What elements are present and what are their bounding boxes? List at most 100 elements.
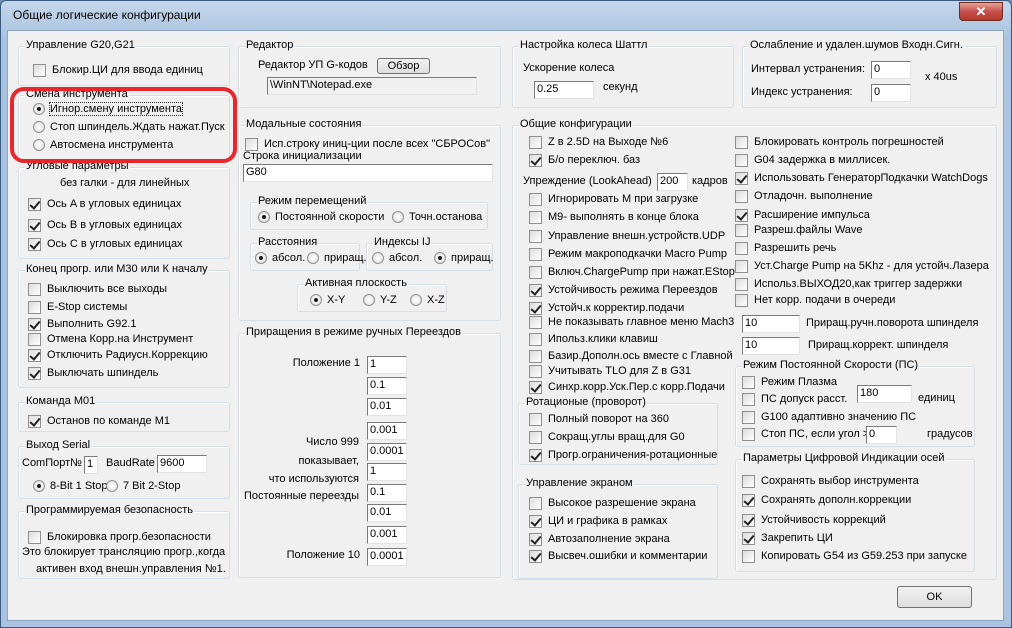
radio-dot[interactable] — [434, 252, 446, 264]
init-string-input[interactable]: G80 — [243, 164, 493, 182]
checkbox-box[interactable] — [742, 474, 755, 488]
program-end-checkbox[interactable]: E-Stop системы — [28, 300, 127, 314]
css-tolerance-input[interactable]: 180 — [857, 385, 912, 403]
dro-checkbox[interactable]: Сохранять дополн.коррекции — [742, 493, 911, 507]
checkbox-box[interactable] — [529, 496, 542, 510]
checkbox-box[interactable] — [735, 171, 748, 185]
checkbox-box[interactable] — [529, 448, 542, 462]
checkbox-box[interactable] — [529, 315, 542, 329]
general-checkbox[interactable]: Включ.ChargePump при нажат.EStop — [529, 265, 735, 279]
jog-increment-input[interactable]: 1 — [367, 356, 407, 374]
radio-dot[interactable] — [372, 252, 384, 264]
radio-dot[interactable] — [258, 211, 270, 223]
debounce-index-input[interactable]: 0 — [871, 84, 911, 102]
checkbox-box[interactable] — [735, 241, 748, 255]
checkbox-box[interactable] — [529, 549, 542, 563]
general-checkbox[interactable]: Устойч.к корректир.подачи — [529, 301, 684, 315]
checkbox-box[interactable] — [529, 332, 542, 346]
general-checkbox[interactable]: M9- выполнять в конце блока — [529, 210, 699, 224]
checkbox-box[interactable] — [529, 210, 542, 224]
angular-axis-checkbox[interactable]: Ось A в угловых единицах — [28, 197, 181, 211]
program-end-checkbox[interactable]: Отключить Радиусн.Коррекцию — [28, 348, 208, 362]
dro-checkbox[interactable]: Закрепить ЦИ — [742, 531, 833, 545]
editor-path-input[interactable]: \WinNT\Notepad.exe — [267, 77, 477, 95]
general-checkbox[interactable]: Использ.ВЫХОД20,как триггер задержки — [735, 277, 962, 291]
spindle-override-input[interactable]: 10 — [742, 337, 800, 355]
checkbox-box[interactable] — [742, 531, 755, 545]
block-safety-checkbox[interactable]: Блокировка прогр.безопасности — [28, 530, 211, 544]
checkbox-box[interactable] — [529, 349, 542, 363]
general-checkbox[interactable]: Ипольз.клики клавиш — [529, 332, 658, 346]
general-checkbox[interactable]: Блокировать контроль погрешностей — [735, 135, 944, 149]
rotary-checkbox[interactable]: Прогр.ограничения-ротационные — [529, 448, 717, 462]
checkbox-box[interactable] — [529, 153, 542, 167]
program-end-checkbox[interactable]: Выполнить G92.1 — [28, 317, 137, 331]
checkbox-box[interactable] — [529, 514, 542, 528]
jog-increment-input[interactable]: 0.001 — [367, 422, 407, 440]
checkbox-box[interactable] — [735, 189, 748, 203]
radio-dot[interactable] — [255, 252, 267, 264]
distance-mode-radio[interactable]: приращ. — [307, 251, 367, 265]
css-checkbox[interactable]: Режим Плазма — [742, 375, 837, 389]
serial-mode-radio[interactable]: 7 Bit 2-Stop — [106, 479, 180, 493]
jog-increment-input[interactable]: 0.1 — [367, 484, 407, 502]
ij-mode-radio[interactable]: приращ. — [434, 251, 494, 265]
checkbox-box[interactable] — [529, 247, 542, 261]
checkbox-box[interactable] — [529, 229, 542, 243]
ij-mode-radio[interactable]: абсол. — [372, 251, 422, 265]
browse-button[interactable]: Обзор — [377, 58, 430, 74]
checkbox-box[interactable] — [529, 301, 542, 315]
jog-increment-input[interactable]: 0.0001 — [367, 443, 407, 461]
motion-mode-radio[interactable]: Точн.останова — [392, 210, 482, 224]
radio-dot[interactable] — [410, 294, 422, 306]
jog-increment-input[interactable]: 0.0001 — [367, 548, 407, 566]
plane-radio[interactable]: Y-Z — [363, 293, 397, 307]
css-angle-input[interactable]: 0 — [866, 426, 897, 444]
screen-checkbox[interactable]: Высокое разрешение экрана — [529, 496, 696, 510]
checkbox-box[interactable] — [742, 375, 755, 389]
use-init-string-checkbox[interactable]: Исп.строку иниц-ции после всех "СБРОСов" — [245, 137, 490, 151]
general-checkbox[interactable]: Уст.Charge Pump на 5Khz - для устойч.Лаз… — [735, 259, 989, 273]
checkbox-box[interactable] — [28, 348, 41, 362]
checkbox-box[interactable] — [735, 135, 748, 149]
checkbox-box[interactable] — [28, 237, 41, 251]
checkbox-box[interactable] — [28, 317, 41, 331]
jog-increment-input[interactable]: 0.1 — [367, 377, 407, 395]
checkbox-box[interactable] — [28, 282, 41, 296]
general-checkbox[interactable]: Нет корр. подачи в очереди — [735, 293, 895, 307]
radio-dot[interactable] — [392, 211, 404, 223]
jog-increment-input[interactable]: 0.01 — [367, 504, 407, 522]
checkbox-box[interactable] — [529, 380, 542, 394]
distance-mode-radio[interactable]: абсол. — [255, 251, 305, 265]
motion-mode-radio[interactable]: Постоянной скорости — [258, 210, 384, 224]
com-port-input[interactable]: 1 — [84, 456, 98, 474]
checkbox-box[interactable] — [742, 392, 755, 406]
general-checkbox[interactable]: Использовать ГенераторПодкачки WatchDogs — [735, 171, 988, 185]
checkbox-box[interactable] — [742, 513, 755, 527]
general-checkbox[interactable]: Управление внешн.устройств.UDP — [529, 229, 725, 243]
screen-checkbox[interactable]: Автозаполнение экрана — [529, 532, 670, 546]
checkbox-box[interactable] — [245, 137, 258, 151]
checkbox-box[interactable] — [735, 153, 748, 167]
ok-button[interactable]: OK — [897, 586, 972, 608]
checkbox-box[interactable] — [735, 208, 748, 222]
checkbox-box[interactable] — [529, 412, 542, 426]
angular-axis-checkbox[interactable]: Ось C в угловых единицах — [28, 237, 183, 251]
general-checkbox[interactable]: Игнорировать M при загрузке — [529, 192, 698, 206]
css-checkbox[interactable]: G100 адаптивно значению ПС — [742, 410, 916, 424]
plane-radio[interactable]: X-Z — [410, 293, 445, 307]
dro-checkbox[interactable]: Устойчивость коррекций — [742, 513, 886, 527]
checkbox-box[interactable] — [28, 300, 41, 314]
checkbox-box[interactable] — [28, 366, 41, 380]
radio-dot[interactable] — [33, 480, 45, 492]
jog-increment-input[interactable]: 0.001 — [367, 526, 407, 544]
checkbox-box[interactable] — [529, 192, 542, 206]
dro-checkbox[interactable]: Копировать G54 из G59.253 при запуске — [742, 549, 967, 563]
shuttle-accel-input[interactable]: 0.25 — [534, 81, 594, 99]
program-end-checkbox[interactable]: Выключить все выходы — [28, 282, 167, 296]
css-checkbox[interactable]: Стоп ПС, если угол > — [742, 427, 869, 441]
general-checkbox[interactable]: Базир.Дополн.ось вместе с Главной — [529, 349, 733, 363]
general-checkbox[interactable]: Устойчивость режима Переездов — [529, 283, 718, 297]
screen-checkbox[interactable]: ЦИ и графика в рамках — [529, 514, 667, 528]
checkbox-box[interactable] — [529, 265, 542, 279]
